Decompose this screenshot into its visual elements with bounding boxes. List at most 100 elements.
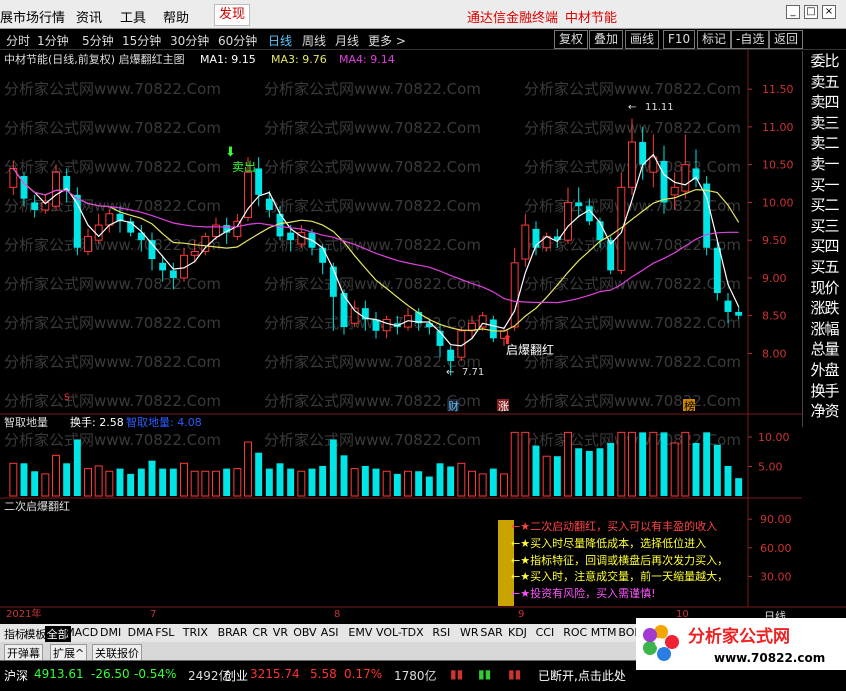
volume-bar (350, 468, 359, 497)
quote-row: 买四 (810, 237, 839, 256)
volume-bar (510, 431, 519, 497)
stock-chart[interactable]: 分析家公式网www.70822.Com 分析家公式网www.70822.Com 分析… (0, 50, 846, 618)
remove-watchlist-button[interactable]: -自选 (731, 30, 770, 49)
cai-badge[interactable]: 财 (448, 399, 459, 413)
indicator-tab[interactable]: VR (273, 626, 288, 639)
volume-bar (724, 465, 732, 496)
volume-bar (542, 455, 551, 497)
indicator-tab[interactable]: TRIX (183, 626, 208, 639)
volume-bar (585, 450, 593, 496)
candle-body (681, 164, 690, 192)
period-tab[interactable]: 月线 (335, 32, 359, 49)
signal-icon: ▮▮ (450, 667, 464, 681)
overlay-button[interactable]: 叠加 (589, 30, 624, 49)
indicator-tab[interactable]: CR (252, 626, 267, 639)
volume-bar (628, 431, 636, 497)
indicator-tab[interactable]: ROC (563, 626, 587, 639)
candle-body (233, 220, 242, 237)
cy-amount: 1780亿 (394, 669, 437, 683)
volume-bar (190, 470, 199, 497)
connection-status[interactable]: 已断开,点击此处 (538, 667, 626, 684)
fuquan-button[interactable]: 复权 (554, 30, 589, 49)
indicator-tab[interactable]: RSI (432, 626, 450, 639)
quote-row: 换手 (810, 381, 839, 400)
terminal-link[interactable]: 通达信金融终端 (467, 7, 558, 26)
stock-name-link[interactable]: 中材节能 (565, 7, 617, 26)
menu-help[interactable]: 帮助 (163, 7, 189, 26)
volume-bar (212, 470, 220, 497)
period-tab[interactable]: 1分钟 (37, 32, 69, 49)
indicator-tick-label: 60.00 (760, 542, 792, 555)
volume-bar (596, 448, 604, 496)
mark-button[interactable]: 标记 (697, 30, 732, 49)
back-button[interactable]: 返回 (769, 30, 804, 49)
x-axis-label: 2021年 (6, 607, 41, 618)
close-icon[interactable]: × (822, 5, 836, 19)
volume-bar (703, 432, 711, 496)
diliang-label: 智取地量: 4.08 (126, 415, 202, 429)
quote-row: 卖一 (810, 154, 839, 173)
quote-row: 现价 (810, 278, 839, 297)
indicator-tab[interactable]: FSL (155, 626, 174, 639)
quote-row: 卖三 (810, 113, 839, 132)
zhang-badge[interactable]: 涨 (498, 400, 509, 413)
indicator-tab[interactable]: KDJ (508, 626, 527, 639)
period-tab-active[interactable]: 日线 (268, 32, 292, 49)
period-tab[interactable]: 15分钟 (122, 32, 161, 49)
menu-market[interactable]: 展市场行情 (0, 7, 65, 26)
indicator-tab[interactable]: SAR (480, 626, 502, 639)
menu-news[interactable]: 资讯 (76, 7, 102, 26)
bang-badge[interactable]: 榜 (684, 399, 695, 413)
period-more[interactable]: 更多 > (368, 32, 406, 49)
period-tab[interactable]: 周线 (302, 32, 326, 49)
indicator-tab[interactable]: BRAR (218, 626, 248, 639)
indicator-tab[interactable]: 指标 (4, 626, 26, 642)
candle-body (201, 235, 210, 253)
indicator-tab[interactable]: DMI (100, 626, 121, 639)
indicator-tab[interactable]: MACD (65, 626, 98, 639)
indicator-tab[interactable]: DMA (128, 626, 154, 639)
cy-index-pct: 0.17% (344, 667, 383, 681)
indicator-tab[interactable]: 模板 (24, 626, 46, 642)
candle-body (52, 171, 60, 207)
cy-index-value: 3215.74 (250, 667, 300, 681)
volume-bar (649, 431, 658, 497)
period-tab[interactable]: 30分钟 (170, 32, 209, 49)
maximize-icon[interactable]: □ (804, 5, 818, 19)
period-tab[interactable]: 分时 (6, 32, 30, 49)
indicator-tab[interactable]: WR (460, 626, 479, 639)
volume-bar (681, 431, 690, 497)
draw-button[interactable]: 画线 (625, 30, 660, 49)
indicator-tab[interactable]: VOL-TDX (376, 626, 424, 639)
minimize-icon[interactable]: _ (786, 5, 800, 19)
volume-bar (31, 471, 39, 496)
watermark-layer: 分析家公式网www.70822.Com 分析家公式网www.70822.Com 分析… (4, 80, 741, 449)
indicator-tab[interactable]: OBV (293, 626, 316, 639)
discover-button[interactable]: 发现 (214, 4, 251, 26)
price-tick-label: 11.50 (762, 83, 794, 96)
indicator-tab[interactable]: MTM (591, 626, 617, 639)
volume-bar (73, 439, 81, 496)
indicator-tab[interactable]: BOI (618, 626, 637, 639)
volume-bar (393, 473, 401, 496)
volume-bar (223, 468, 231, 496)
volume-bar (52, 454, 60, 497)
candle-body (382, 318, 391, 332)
indicator-tab[interactable]: EMV (348, 626, 372, 639)
candle-body (489, 319, 497, 339)
volume-bar (713, 444, 721, 496)
indicator-tab[interactable]: CCI (536, 626, 555, 639)
quote-row: 卖二 (810, 134, 839, 153)
indicator-tab[interactable]: ASI (321, 626, 339, 639)
menu-tools[interactable]: 工具 (120, 7, 146, 26)
f10-button[interactable]: F10 (663, 30, 696, 49)
period-tab[interactable]: 5分钟 (82, 32, 114, 49)
volume-bar (308, 468, 316, 496)
volume-bar (20, 463, 28, 496)
watermark-text: 分析家公式网www.70822.Com (524, 353, 741, 371)
volume-bar (329, 439, 337, 496)
period-tab[interactable]: 60分钟 (218, 32, 257, 49)
volume-bar (287, 468, 295, 496)
buy-arrow-icon: ⬆ (502, 333, 513, 348)
volume-bar (500, 473, 508, 497)
